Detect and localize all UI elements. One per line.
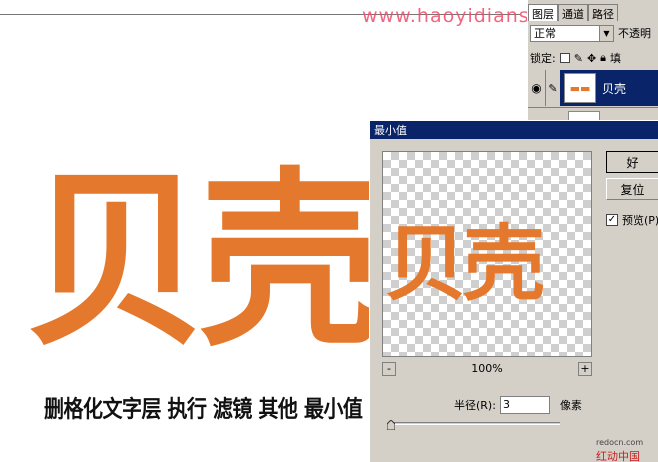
radius-input[interactable]: 3 xyxy=(499,396,550,414)
preview-checkbox-row[interactable]: ✓ 预览(P) xyxy=(606,212,658,228)
move-lock-icon[interactable]: ✥ xyxy=(587,52,596,65)
blend-mode-value: 正常 xyxy=(534,27,556,40)
radius-label: 半径(R): xyxy=(454,399,496,412)
preview-text: 贝壳 xyxy=(385,217,545,312)
zoom-level: 100% xyxy=(471,362,503,375)
chevron-down-icon[interactable]: ▼ xyxy=(599,25,613,41)
tab-paths[interactable]: 路径 xyxy=(588,4,618,21)
eye-icon[interactable]: ◉ xyxy=(528,70,546,106)
layer-thumbnail: ▬▬ xyxy=(564,73,596,103)
canvas-big-text: 贝壳 xyxy=(26,152,370,372)
layer-name: 贝壳 xyxy=(602,81,627,96)
preview-checkbox[interactable]: ✓ xyxy=(606,214,618,226)
zoom-in-button[interactable]: + xyxy=(578,362,592,376)
layer-row-selected[interactable]: ◉ ✎ ▬▬ 贝壳 xyxy=(528,70,658,106)
layers-tabs: 图层 通道 路径 xyxy=(528,4,658,21)
blend-row: 正常 ▼ 不透明 xyxy=(530,24,658,42)
tab-channels[interactable]: 通道 xyxy=(558,4,588,21)
reset-button[interactable]: 复位 xyxy=(606,178,658,200)
fill-label: 填 xyxy=(610,52,622,65)
blend-mode-select[interactable]: 正常 ▼ xyxy=(530,24,614,42)
radius-slider-thumb[interactable] xyxy=(387,420,395,430)
footer-brand: 红动中国 xyxy=(596,450,640,462)
dialog-title: 最小值 xyxy=(374,124,407,137)
dialog-titlebar[interactable]: 最小值 xyxy=(370,121,658,139)
lock-transparency-checkbox[interactable] xyxy=(559,53,570,63)
lock-icon[interactable]: 🔒︎ xyxy=(600,51,606,65)
ok-button[interactable]: 好 xyxy=(606,151,658,173)
radius-slider-track[interactable] xyxy=(390,422,560,425)
lock-label: 锁定: xyxy=(530,52,556,65)
tab-layers[interactable]: 图层 xyxy=(528,4,558,21)
radius-unit: 像素 xyxy=(559,399,582,412)
radius-row: 半径(R): 3 像素 xyxy=(454,396,582,414)
opacity-label: 不透明 xyxy=(618,27,651,40)
brush-icon: ✎ xyxy=(546,70,560,106)
lock-row: 锁定: ✎ ✥ 🔒︎ 填 xyxy=(530,50,658,66)
preview-label: 预览(P) xyxy=(622,214,658,227)
brush-lock-icon[interactable]: ✎ xyxy=(574,52,583,65)
layers-panel: 图层 通道 路径 正常 ▼ 不透明 锁定: ✎ ✥ 🔒︎ 填 ◉ ✎ ▬▬ 贝壳 xyxy=(527,0,658,140)
zoom-out-button[interactable]: - xyxy=(382,362,396,376)
zoom-row: 100% - + xyxy=(382,362,592,378)
minimum-filter-dialog: 最小值 贝壳 100% - + 好 复位 ✓ 预览(P) 半径(R): 3 像素 xyxy=(369,120,658,462)
filter-preview[interactable]: 贝壳 xyxy=(382,151,592,357)
